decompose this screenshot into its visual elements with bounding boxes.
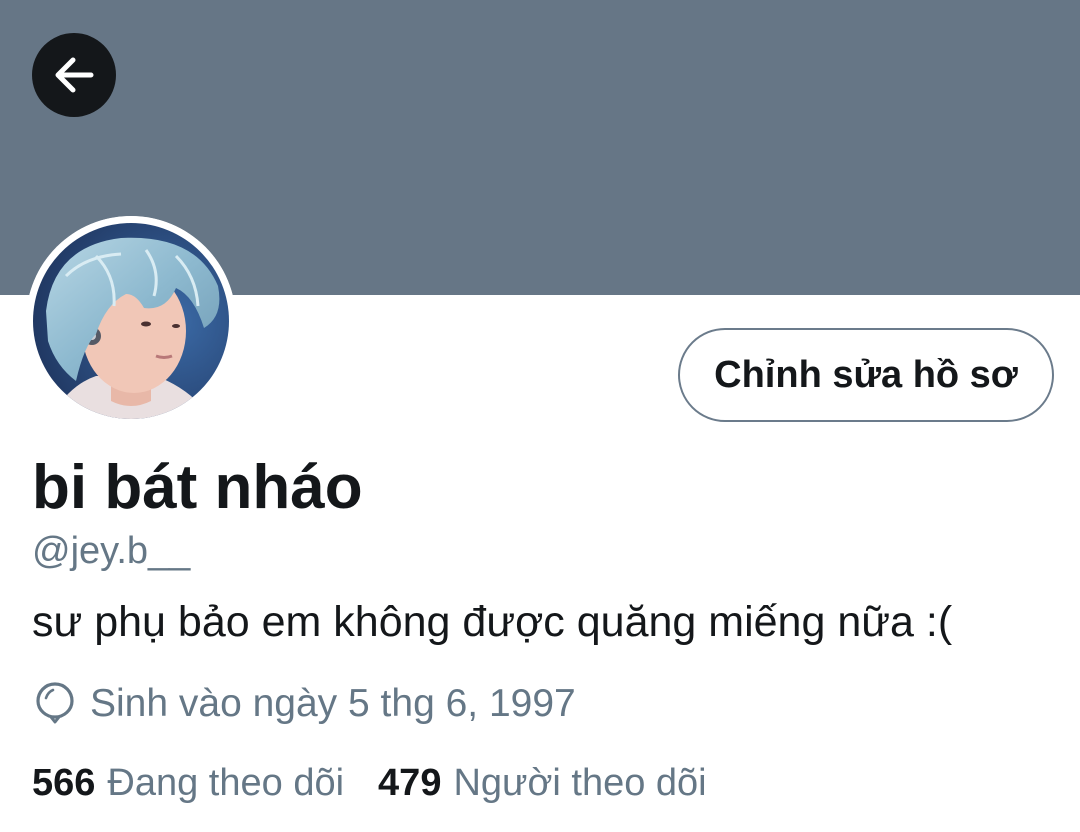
followers-label: Người theo dõi xyxy=(453,762,707,804)
edit-profile-button[interactable]: Chỉnh sửa hồ sơ xyxy=(678,328,1054,422)
arrow-left-icon xyxy=(55,57,94,93)
avatar[interactable] xyxy=(26,216,236,426)
user-handle: @jey.b__ xyxy=(32,530,191,572)
birth-date-row: Sinh vào ngày 5 thg 6, 1997 xyxy=(34,680,576,728)
birth-date-text: Sinh vào ngày 5 thg 6, 1997 xyxy=(90,682,576,725)
following-link[interactable]: 566 Đang theo dõi xyxy=(32,759,344,807)
profile-bio: sư phụ bảo em không được quăng miếng nữa… xyxy=(32,598,953,646)
display-name: bi bát nháo xyxy=(32,453,363,522)
follow-stats: 566 Đang theo dõi 479 Người theo dõi xyxy=(32,758,707,808)
following-count: 566 xyxy=(32,762,96,804)
following-label: Đang theo dõi xyxy=(107,762,345,804)
followers-count: 479 xyxy=(378,762,442,804)
balloon-icon xyxy=(36,682,74,724)
profile-page: Chỉnh sửa hồ sơ bi bát nháo @jey.b__ sư … xyxy=(0,0,1080,832)
followers-link[interactable]: 479 Người theo dõi xyxy=(378,759,707,807)
back-button[interactable] xyxy=(32,33,116,117)
